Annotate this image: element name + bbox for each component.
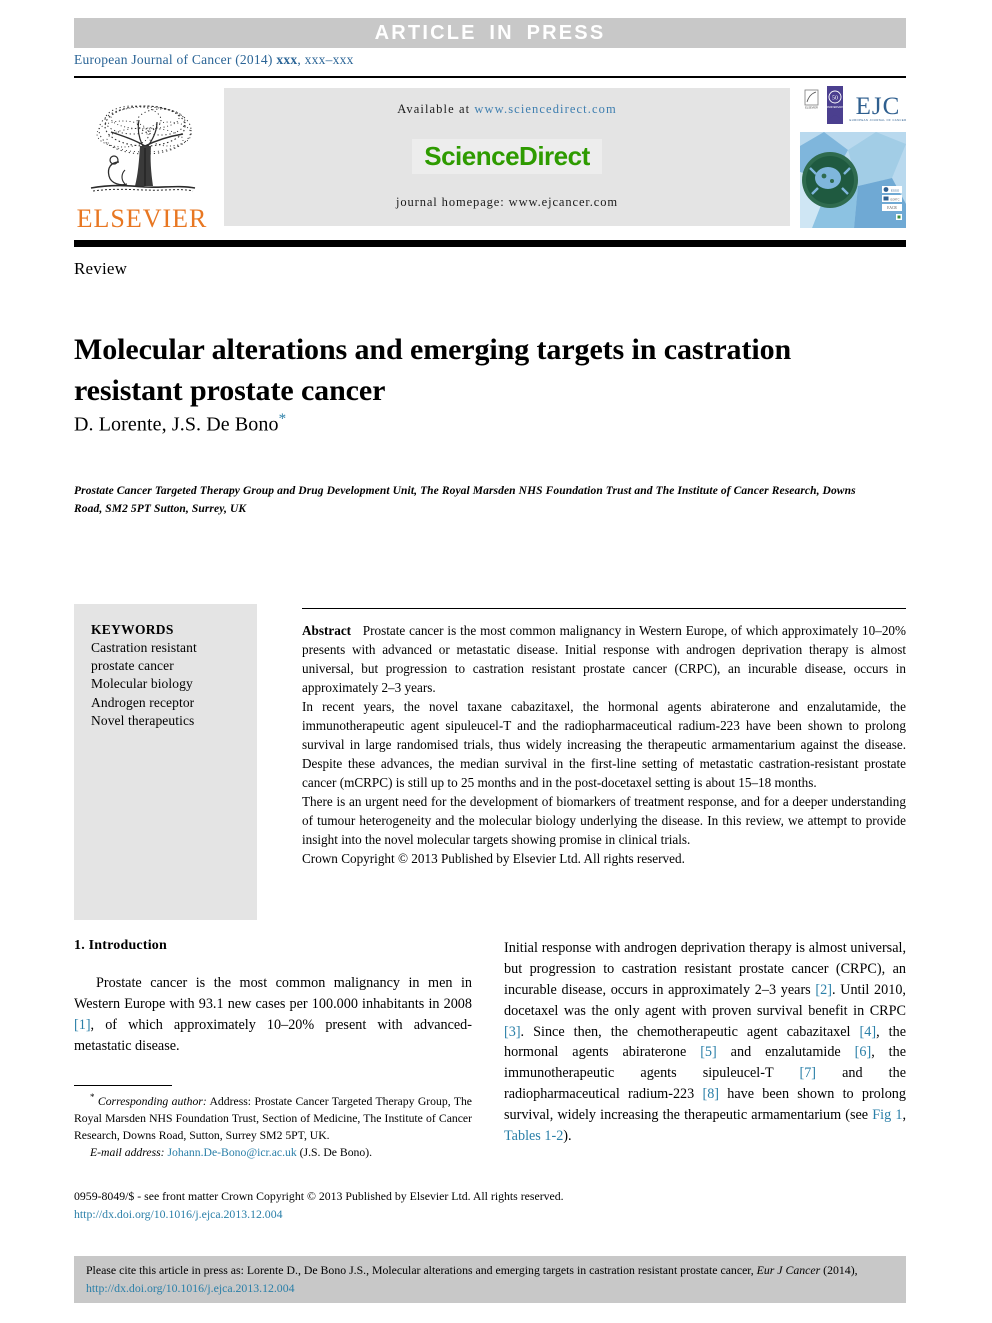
abstract-paragraph-1: Abstract Prostate cancer is the most comm…	[302, 621, 906, 697]
abstract-paragraph-3: There is an urgent need for the developm…	[302, 794, 906, 847]
citation-text: Please cite this article in press as: Lo…	[86, 1262, 894, 1298]
keyword-item: Androgen receptor	[91, 694, 195, 710]
keyword-item: Castration resistant	[91, 640, 197, 655]
abstract-copyright: Crown Copyright © 2013 Published by Else…	[302, 851, 685, 866]
ejc-journal-cover-icon: ELSEVIER 50 ANNIVERSARY EJC EUROPEAN JOU…	[800, 86, 906, 228]
intro-right-5: and enzalutamide	[716, 1044, 855, 1061]
keyword-item: Novel therapeutics	[91, 712, 195, 728]
svg-text:EACR: EACR	[887, 206, 897, 210]
header-rule	[74, 76, 906, 78]
reference-link-3[interactable]: [3]	[504, 1024, 521, 1040]
available-at-label: Available at	[397, 102, 475, 116]
reference-link-6[interactable]: [6]	[855, 1044, 872, 1060]
intro-left-post: , of which approximately 10–20% present …	[74, 1016, 472, 1054]
sciencedirect-logo[interactable]: ScienceDirect	[412, 138, 602, 174]
citation-journal: Eur J Cancer	[756, 1263, 821, 1277]
available-at-line: Available at www.sciencedirect.com	[397, 102, 617, 117]
svg-text:ESSO: ESSO	[891, 189, 900, 193]
reference-link-7[interactable]: [7]	[799, 1065, 816, 1081]
citation-year: (2014),	[820, 1263, 858, 1277]
svg-text:50: 50	[832, 96, 838, 102]
keyword-item: Molecular biology	[91, 676, 193, 692]
document-type-label: Review	[74, 259, 128, 278]
elsevier-tree-icon	[83, 100, 201, 204]
svg-text:EORTC: EORTC	[890, 197, 899, 201]
doi-link[interactable]: http://dx.doi.org/10.1016/j.ejca.2013.12…	[74, 1206, 774, 1224]
issn-line: 0959-8049/$ - see front matter Crown Cop…	[74, 1189, 564, 1203]
citation-doi-link[interactable]: http://dx.doi.org/10.1016/j.ejca.2013.12…	[86, 1281, 295, 1295]
corresponding-author-note: * Corresponding author: Address: Prostat…	[74, 1091, 472, 1144]
intro-right-3: . Since then, the chemotherapeutic agent…	[520, 1023, 860, 1040]
keyword-item: prostate cancer	[91, 658, 174, 674]
figure-link-1[interactable]: Fig 1	[872, 1107, 902, 1123]
reference-link-1[interactable]: [1]	[74, 1017, 91, 1033]
affiliation: Prostate Cancer Targeted Therapy Group a…	[74, 485, 856, 515]
email-note: E-mail address: Johann.De-Bono@icr.ac.uk…	[74, 1144, 472, 1161]
author-list: D. Lorente, J.S. De Bono*	[74, 411, 286, 437]
sciencedirect-url[interactable]: www.sciencedirect.com	[474, 102, 616, 116]
reference-link-2[interactable]: [2]	[815, 982, 832, 998]
journal-reference-line: European Journal of Cancer (2014) xxx, x…	[74, 52, 354, 68]
journal-ref-prefix: European Journal of Cancer (2014)	[74, 52, 277, 67]
section-heading-introduction: 1. Introduction	[74, 938, 167, 953]
svg-text:ANNIVERSARY: ANNIVERSARY	[826, 106, 843, 109]
intro-left-pre: Prostate cancer is the most common malig…	[74, 975, 472, 1012]
article-in-press-banner: ARTICLE IN PRESS	[74, 18, 906, 48]
elsevier-logo: ELSEVIER	[74, 82, 210, 234]
intro-right-9: ,	[902, 1107, 906, 1123]
keywords-heading: KEYWORDS	[91, 622, 174, 637]
footnote-rule	[74, 1085, 172, 1087]
email-suffix: (J.S. De Bono).	[296, 1146, 373, 1160]
citation-lead: Please cite this article in press as: Lo…	[86, 1263, 757, 1277]
intro-paragraph-left: Prostate cancer is the most common malig…	[74, 973, 472, 1057]
article-in-press-label: ARTICLE IN PRESS	[374, 21, 606, 44]
reference-link-5[interactable]: [5]	[700, 1044, 717, 1060]
footnote-star-marker: *	[90, 1092, 95, 1102]
reference-link-8[interactable]: [8]	[702, 1086, 719, 1102]
abstract-text-1: Prostate cancer is the most common malig…	[302, 623, 906, 695]
corresponding-author-marker: *	[278, 411, 287, 427]
journal-ref-suffix: , xxx–xxx	[297, 52, 354, 67]
svg-text:EUROPEAN JOURNAL OF CANCER: EUROPEAN JOURNAL OF CANCER	[849, 118, 906, 122]
corresponding-author-label: Corresponding author:	[97, 1094, 207, 1108]
abstract-paragraph-2: In recent years, the novel taxane cabazi…	[302, 699, 906, 790]
abstract-section: Abstract Prostate cancer is the most comm…	[302, 621, 906, 868]
footnote-block: * Corresponding author: Address: Prostat…	[74, 1091, 472, 1161]
body-column-left: 1. Introduction Prostate cancer is the m…	[74, 938, 472, 1057]
email-link[interactable]: Johann.De-Bono@icr.ac.uk	[167, 1146, 296, 1159]
author-names: D. Lorente, J.S. De Bono	[74, 413, 279, 436]
page-title: Molecular alterations and emerging targe…	[74, 333, 792, 408]
tables-link[interactable]: Tables 1-2	[504, 1128, 563, 1144]
svg-text:ELSEVIER: ELSEVIER	[805, 106, 818, 110]
svg-text:EJC: EJC	[856, 93, 901, 120]
journal-masthead: ELSEVIER Available at www.sciencedirect.…	[74, 82, 906, 234]
journal-homepage-line[interactable]: journal homepage: www.ejcancer.com	[396, 195, 618, 210]
keywords-panel: KEYWORDS Castration resistant prostate c…	[74, 604, 257, 920]
journal-ref-volume: xxx	[276, 52, 298, 67]
email-label: E-mail address:	[90, 1146, 165, 1160]
footer-copyright: 0959-8049/$ - see front matter Crown Cop…	[74, 1188, 774, 1223]
masthead-bottom-bar	[74, 240, 906, 247]
abstract-label: Abstract	[302, 623, 352, 638]
reference-link-4[interactable]: [4]	[860, 1024, 877, 1040]
body-column-right: Initial response with androgen deprivati…	[504, 938, 906, 1147]
sciencedirect-panel: Available at www.sciencedirect.com Scien…	[224, 88, 790, 226]
citation-box: Please cite this article in press as: Lo…	[74, 1256, 906, 1303]
article-page: ARTICLE IN PRESS European Journal of Can…	[0, 0, 992, 1323]
intro-paragraph-right: Initial response with androgen deprivati…	[504, 938, 906, 1147]
elsevier-wordmark: ELSEVIER	[76, 204, 208, 233]
abstract-top-rule	[302, 608, 906, 610]
intro-right-10: ).	[563, 1127, 572, 1144]
